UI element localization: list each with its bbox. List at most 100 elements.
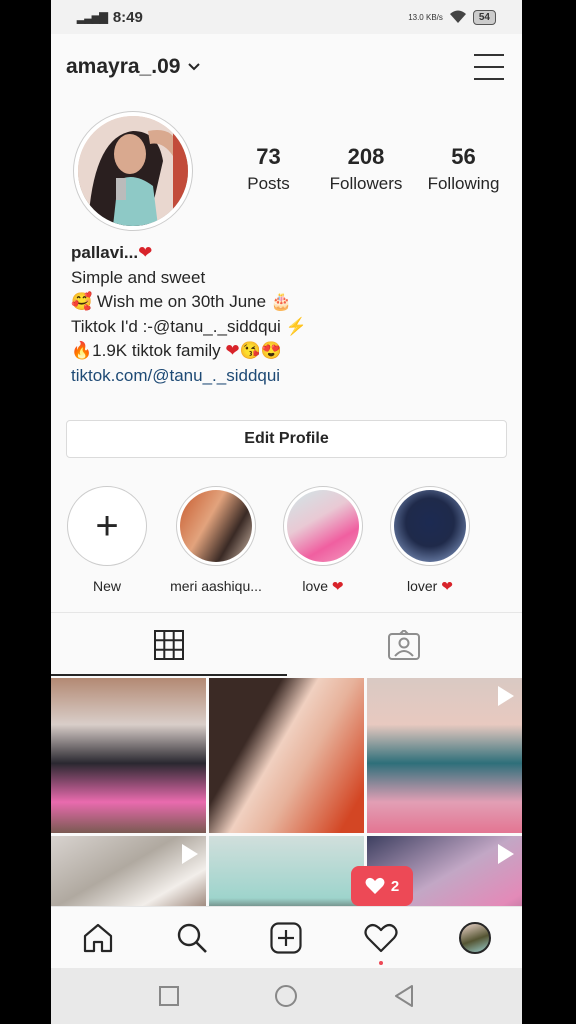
post-thumbnail[interactable] [209,678,364,833]
home-icon [83,923,113,952]
bottom-navigation [51,906,522,968]
bio-line-2: Wish me on 30th June [96,292,267,311]
add-post-icon [270,921,303,954]
menu-line [474,78,504,80]
tab-tagged[interactable] [287,613,523,676]
highlight-label: lover [407,578,438,594]
heart-icon [365,877,385,894]
following-label: Following [427,174,500,193]
highlight-image [394,490,466,562]
activity-dot [378,960,383,965]
bio-line-4: 1.9K tiktok family [92,341,221,360]
wifi-icon [449,10,466,23]
battery-indicator: 54 [472,9,496,25]
hamburger-menu-icon[interactable] [474,54,504,80]
menu-line [474,54,504,56]
username: amayra_.09 [66,55,181,78]
heart-emoji-icon: ❤ [441,578,453,594]
highlight-meri-aashiqu[interactable]: meri aashiqu... [166,486,266,594]
instagram-profile-screen: ▂▃▅▇ 8:49 13.0 KB/s 54 amayra_.09 73 Pos… [51,0,522,1024]
status-right: 13.0 KB/s 54 [408,9,496,25]
cake-emoji-icon: 🎂 [270,292,292,311]
highlight-love[interactable]: love ❤ [273,486,373,595]
video-play-icon [498,844,514,864]
activity-heart-icon [364,923,398,952]
highlight-label: love [302,578,329,594]
profile-avatar[interactable] [73,111,193,231]
nav-activity[interactable] [358,915,404,965]
heart-emoji-icon: ❤ [225,341,240,360]
posts-count: 73 [256,144,281,169]
highlight-image [180,490,252,562]
status-left: ▂▃▅▇ 8:49 [77,9,143,26]
post-thumbnail[interactable] [367,678,522,833]
display-name: pallavi... [71,243,139,262]
likes-notification-bubble[interactable]: 2 [351,866,413,914]
recents-square-icon[interactable] [158,986,179,1006]
followers-stat[interactable]: 208 Followers [319,144,414,194]
nav-home[interactable] [75,915,121,961]
profile-bio: pallavi...❤ Simple and sweet 🥰 Wish me o… [71,241,491,388]
highlight-ring [176,486,256,566]
post-thumbnail[interactable] [51,678,206,833]
following-stat[interactable]: 56 Following [416,144,511,194]
post-thumbnail[interactable] [209,836,364,906]
profile-header: amayra_.09 [51,34,522,100]
highlight-label: New [92,578,121,594]
network-speed: 13.0 KB/s [408,12,443,22]
heart-eyes-emoji-icon: 😍 [260,341,282,360]
avatar-image [78,116,188,226]
highlight-image [287,490,359,562]
bio-line-3-wrap: Tiktok I'd :-@tanu_._siddqui ⚡ [71,315,491,340]
menu-line [474,66,504,68]
signal-icon: ▂▃▅▇ [77,11,108,24]
kiss-emoji-icon: 😘 [239,341,261,360]
search-icon [178,923,208,953]
highlight-ring: + [67,486,147,566]
android-navigation-bar [51,968,522,1024]
plus-icon: + [95,503,119,548]
highlight-lover[interactable]: lover ❤ [380,486,480,595]
highlight-label-wrap: love ❤ [273,578,373,595]
tagged-icon [388,629,421,660]
back-triangle-icon[interactable] [394,985,414,1007]
highlight-ring [390,486,470,566]
bio-name-line: pallavi...❤ [71,241,491,266]
status-bar: ▂▃▅▇ 8:49 13.0 KB/s 54 [51,0,522,34]
followers-count: 208 [347,144,385,169]
following-count: 56 [451,144,476,169]
video-play-icon [498,686,514,706]
highlight-label: meri aashiqu... [170,578,262,594]
story-highlights: + New meri aashiqu... love ❤ lover ❤ [59,486,519,596]
highlight-ring [283,486,363,566]
bio-line-2-wrap: 🥰 Wish me on 30th June 🎂 [71,290,491,315]
account-switcher[interactable]: amayra_.09 [66,55,201,79]
post-thumbnail[interactable] [51,836,206,906]
nav-add-post[interactable] [263,915,309,961]
lightning-emoji-icon: ⚡ [285,316,307,336]
smiling-hearts-emoji-icon: 🥰 [71,292,93,311]
highlight-label-wrap: lover ❤ [380,578,480,595]
notification-count: 2 [390,877,400,895]
nav-profile[interactable] [452,915,498,961]
bio-line-4-wrap: 🔥1.9K tiktok family ❤😘😍 [71,339,491,364]
edit-profile-button[interactable]: Edit Profile [66,420,507,458]
video-play-icon [182,844,198,864]
profile-tabs [51,612,522,676]
bio-line-1: Simple and sweet [71,267,206,287]
fire-emoji-icon: 🔥 [71,341,93,360]
home-circle-icon[interactable] [274,984,298,1008]
tab-grid[interactable] [51,613,287,676]
posts-label: Posts [247,174,290,193]
profile-avatar-small [458,921,491,954]
bio-line-3: Tiktok I'd :-@tanu_._siddqui [71,316,281,336]
highlight-new[interactable]: + New [57,486,157,594]
chevron-down-icon [188,63,201,71]
nav-search[interactable] [169,915,215,961]
grid-icon [153,629,184,660]
clock: 8:49 [112,8,143,26]
posts-stat[interactable]: 73 Posts [221,144,316,194]
bio-link[interactable]: tiktok.com/@tanu_._siddqui [71,364,491,389]
followers-label: Followers [329,174,403,193]
posts-grid [51,678,522,906]
